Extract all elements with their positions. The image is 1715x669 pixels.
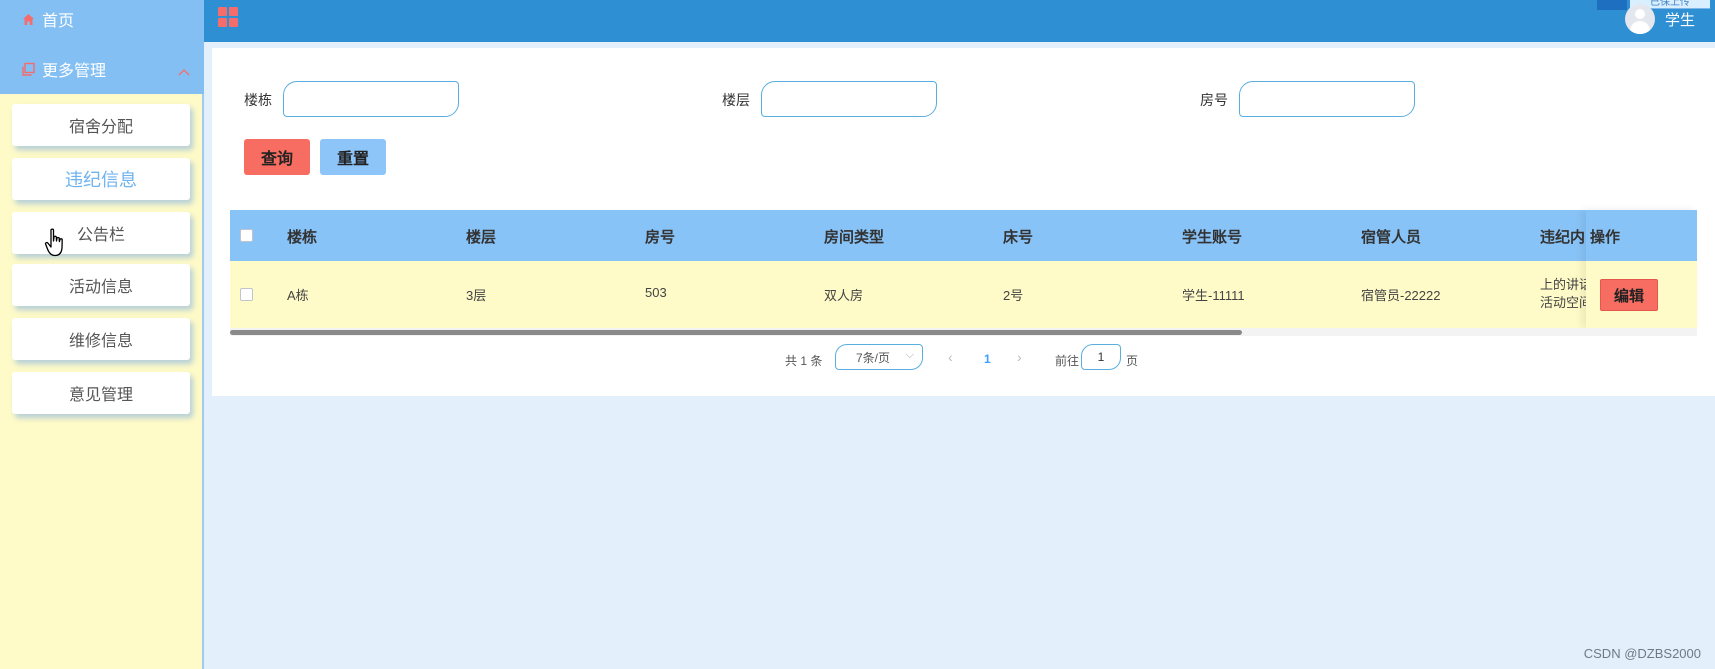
prev-page-icon[interactable]: ‹ (948, 349, 953, 365)
cell-room: 503 (645, 285, 667, 300)
user-menu[interactable]: 学生 (1624, 0, 1695, 38)
watermark: CSDN @DZBS2000 (1583, 646, 1701, 661)
operation-column: 操作 编辑 (1586, 210, 1697, 328)
current-page[interactable]: 1 (984, 352, 991, 366)
column-header[interactable]: 床号 (1003, 226, 1033, 247)
page-size-select[interactable]: 7条/页 ⌵ (835, 344, 923, 370)
column-header[interactable]: 违纪内 (1540, 226, 1586, 247)
sidebar-item-violation-info[interactable]: 违纪信息 (12, 158, 190, 200)
sidebar: 首页 更多管理 宿舍分配 违纪信息 公告栏 活动信息 维修信息 意见管理 (0, 0, 204, 669)
column-header[interactable]: 房号 (645, 226, 675, 247)
next-page-icon[interactable]: › (1017, 349, 1022, 365)
sidebar-item-feedback-management[interactable]: 意见管理 (12, 372, 190, 414)
cell-violation-content: 上的讲话 活动空间 (1540, 276, 1588, 312)
sidebar-menu-header: 首页 更多管理 (0, 0, 204, 94)
reset-button[interactable]: 重置 (320, 139, 386, 175)
violation-line: 活动空间 (1540, 295, 1588, 310)
cell-manager: 宿管员-22222 (1361, 288, 1441, 303)
cell-bed: 2号 (1003, 288, 1024, 303)
pagination-total: 共 1 条 (785, 354, 823, 368)
avatar[interactable] (1624, 4, 1655, 34)
scrollbar-thumb[interactable] (230, 330, 1242, 335)
sidebar-item-label: 首页 (42, 13, 75, 30)
room-input[interactable] (1239, 81, 1415, 117)
page-size-value: 7条/页 (856, 350, 891, 365)
building-label: 楼栋 (244, 92, 272, 108)
goto-page-input[interactable]: 1 (1081, 344, 1121, 370)
sidebar-item-activity-info[interactable]: 活动信息 (12, 264, 190, 306)
cell-room-type: 双人房 (824, 288, 864, 303)
table-header: 楼栋 楼层 房号 房间类型 床号 学生账号 宿管人员 违纪内 (230, 210, 1697, 261)
sidebar-item-more-management[interactable]: 更多管理 (20, 57, 190, 81)
floor-label: 楼层 (722, 92, 750, 108)
operation-cell: 编辑 (1586, 261, 1697, 328)
column-header[interactable]: 楼层 (466, 226, 496, 247)
overlay-badge (1597, 0, 1627, 10)
sidebar-item-repair-info[interactable]: 维修信息 (12, 318, 190, 360)
main-panel: 楼栋 楼层 房号 查询 重置 楼栋 楼层 房号 房间类型 床号 学生账号 宿管人… (212, 48, 1715, 396)
column-header[interactable]: 房间类型 (824, 226, 884, 247)
sidebar-item-dorm-assignment[interactable]: 宿舍分配 (12, 104, 190, 146)
grid-menu-icon[interactable] (218, 7, 238, 27)
chevron-down-icon: ⌵ (905, 349, 914, 361)
home-icon (20, 11, 36, 27)
column-header[interactable]: 楼栋 (287, 226, 317, 247)
cell-floor: 3层 (466, 288, 487, 303)
column-header[interactable]: 宿管人员 (1361, 226, 1421, 247)
building-input[interactable] (283, 81, 459, 117)
column-header: 操作 (1590, 229, 1621, 246)
query-button[interactable]: 查询 (244, 139, 310, 175)
sidebar-item-bulletin-board[interactable]: 公告栏 (12, 212, 190, 254)
sidebar-item-label: 更多管理 (42, 63, 107, 80)
user-name: 学生 (1664, 11, 1695, 29)
goto-label: 前往 (1055, 354, 1080, 368)
chevron-up-icon[interactable] (178, 63, 190, 81)
room-label: 房号 (1200, 92, 1228, 108)
cell-building: A栋 (287, 288, 309, 303)
table-row[interactable]: A栋 3层 503 双人房 2号 学生-11111 宿管员-22222 上的讲话… (230, 261, 1697, 328)
top-header: 已保上传 学生 (204, 0, 1715, 42)
select-all-checkbox[interactable] (240, 229, 253, 242)
operation-header: 操作 (1586, 210, 1697, 261)
horizontal-scrollbar[interactable] (230, 328, 1697, 336)
row-checkbox[interactable] (240, 288, 253, 301)
cell-student-account: 学生-11111 (1182, 288, 1245, 303)
floor-input[interactable] (761, 81, 937, 117)
column-header[interactable]: 学生账号 (1182, 226, 1242, 247)
copy-icon (20, 61, 36, 77)
violation-line: 上的讲话 (1540, 277, 1588, 292)
edit-button[interactable]: 编辑 (1600, 279, 1658, 311)
page-suffix: 页 (1126, 354, 1139, 368)
hand-cursor-icon (44, 228, 68, 258)
sidebar-item-home[interactable]: 首页 (20, 7, 74, 31)
